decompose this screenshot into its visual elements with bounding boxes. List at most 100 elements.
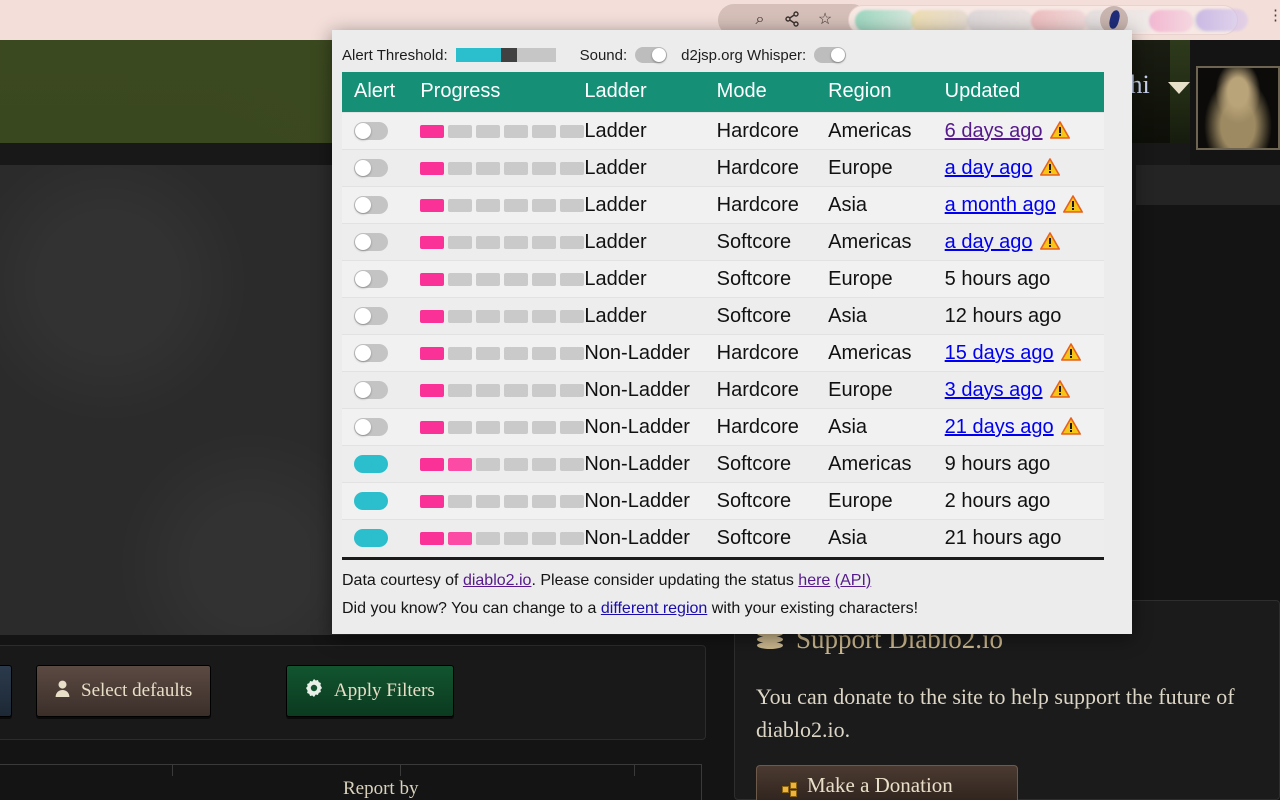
updated-link[interactable]: 15 days ago [945,342,1054,364]
footer-text-1b: . Please consider updating the status [531,572,798,589]
row-alert-toggle[interactable] [354,529,388,547]
column-header-ladder[interactable]: Ladder [584,72,716,113]
cell-ladder: Non-Ladder [584,372,716,409]
updated-link[interactable]: a day ago [945,231,1033,253]
row-alert-toggle[interactable] [354,159,388,177]
character-portrait[interactable] [1196,66,1280,150]
updated-link[interactable]: 6 days ago [945,120,1043,142]
progress-segment [448,495,472,508]
cell-alert [342,409,420,446]
warning-icon [1061,343,1081,367]
sound-toggle[interactable] [635,47,667,63]
api-link[interactable]: (API) [835,572,871,589]
cell-ladder: Non-Ladder [584,446,716,483]
column-header-alert[interactable]: Alert [342,72,420,113]
select-defaults-button[interactable]: Select defaults [36,665,211,717]
slider-thumb[interactable] [501,48,517,62]
footer-text-2b: with your existing characters! [707,600,918,617]
bookmark-star-icon[interactable]: ☆ [815,10,835,30]
row-alert-toggle[interactable] [354,122,388,140]
progress-segment [532,532,556,545]
warning-icon [1040,232,1060,256]
filters-partial-button[interactable]: rs [0,665,12,717]
progress-segment [504,199,528,212]
progress-segment [504,310,528,323]
progress-segment [560,384,584,397]
table-row: LadderSoftcoreAmericasa day ago [342,224,1104,261]
row-alert-toggle[interactable] [354,196,388,214]
menu-kebab-icon[interactable]: ⋮ [1268,11,1280,20]
progress-segment [532,199,556,212]
progress-bar [420,273,584,286]
cell-ladder: Non-Ladder [584,520,716,557]
progress-segment [448,199,472,212]
table-row: Non-LadderSoftcoreAmericas9 hours ago [342,446,1104,483]
updated-value: 9 hours ago [945,453,1051,475]
cell-region: Americas [828,335,945,372]
cell-updated: 5 hours ago [945,261,1104,298]
alert-threshold-slider[interactable] [456,48,556,62]
cell-progress [420,113,584,150]
cell-mode: Hardcore [717,113,828,150]
share-icon[interactable] [782,10,802,30]
progress-segment [420,532,444,545]
column-header-mode[interactable]: Mode [717,72,828,113]
make-a-donation-label: Make a Donation [807,773,953,798]
row-alert-toggle[interactable] [354,270,388,288]
dialog-controls-row: Alert Threshold: Sound: d2jsp.org Whispe… [342,43,846,67]
extension-icon-purple[interactable] [1196,9,1248,31]
progress-segment [504,125,528,138]
updated-link[interactable]: a month ago [945,194,1056,216]
diablo2io-link[interactable]: diablo2.io [463,572,532,589]
progress-segment [420,199,444,212]
different-region-link[interactable]: different region [601,600,707,617]
progress-segment [532,125,556,138]
updated-link[interactable]: a day ago [945,157,1033,179]
progress-bar [420,310,584,323]
progress-segment [448,458,472,471]
progress-segment [448,421,472,434]
progress-bar [420,347,584,360]
cell-ladder: Ladder [584,224,716,261]
apply-filters-button[interactable]: Apply Filters [286,665,454,717]
updated-link[interactable]: 21 days ago [945,416,1054,438]
progress-segment [420,347,444,360]
progress-segment [532,495,556,508]
row-alert-toggle[interactable] [354,455,388,473]
cell-region: Asia [828,409,945,446]
warning-icon [1061,417,1081,441]
cell-updated: a month ago [945,187,1104,224]
whisper-toggle[interactable] [814,47,846,63]
progress-segment [420,458,444,471]
cell-progress [420,298,584,335]
column-header-progress[interactable]: Progress [420,72,584,113]
progress-segment [504,495,528,508]
row-alert-toggle[interactable] [354,233,388,251]
updated-link[interactable]: 3 days ago [945,379,1043,401]
cell-updated: 2 hours ago [945,483,1104,520]
row-alert-toggle[interactable] [354,344,388,362]
progress-segment [560,532,584,545]
progress-segment [476,347,500,360]
cell-alert [342,446,420,483]
cell-ladder: Ladder [584,113,716,150]
progress-segment [532,384,556,397]
progress-bar [420,236,584,249]
cell-ladder: Ladder [584,187,716,224]
progress-segment [448,310,472,323]
here-link[interactable]: here [798,572,830,589]
cell-ladder: Non-Ladder [584,483,716,520]
progress-segment [448,384,472,397]
progress-segment [532,273,556,286]
cell-mode: Softcore [717,298,828,335]
progress-segment [532,236,556,249]
row-alert-toggle[interactable] [354,307,388,325]
row-alert-toggle[interactable] [354,381,388,399]
row-alert-toggle[interactable] [354,492,388,510]
row-alert-toggle[interactable] [354,418,388,436]
chevron-down-icon[interactable] [1168,82,1190,94]
zoom-in-icon[interactable]: ⌕ [750,10,770,30]
warning-icon [1050,380,1070,404]
column-header-region[interactable]: Region [828,72,945,113]
column-header-updated[interactable]: Updated [945,72,1104,113]
